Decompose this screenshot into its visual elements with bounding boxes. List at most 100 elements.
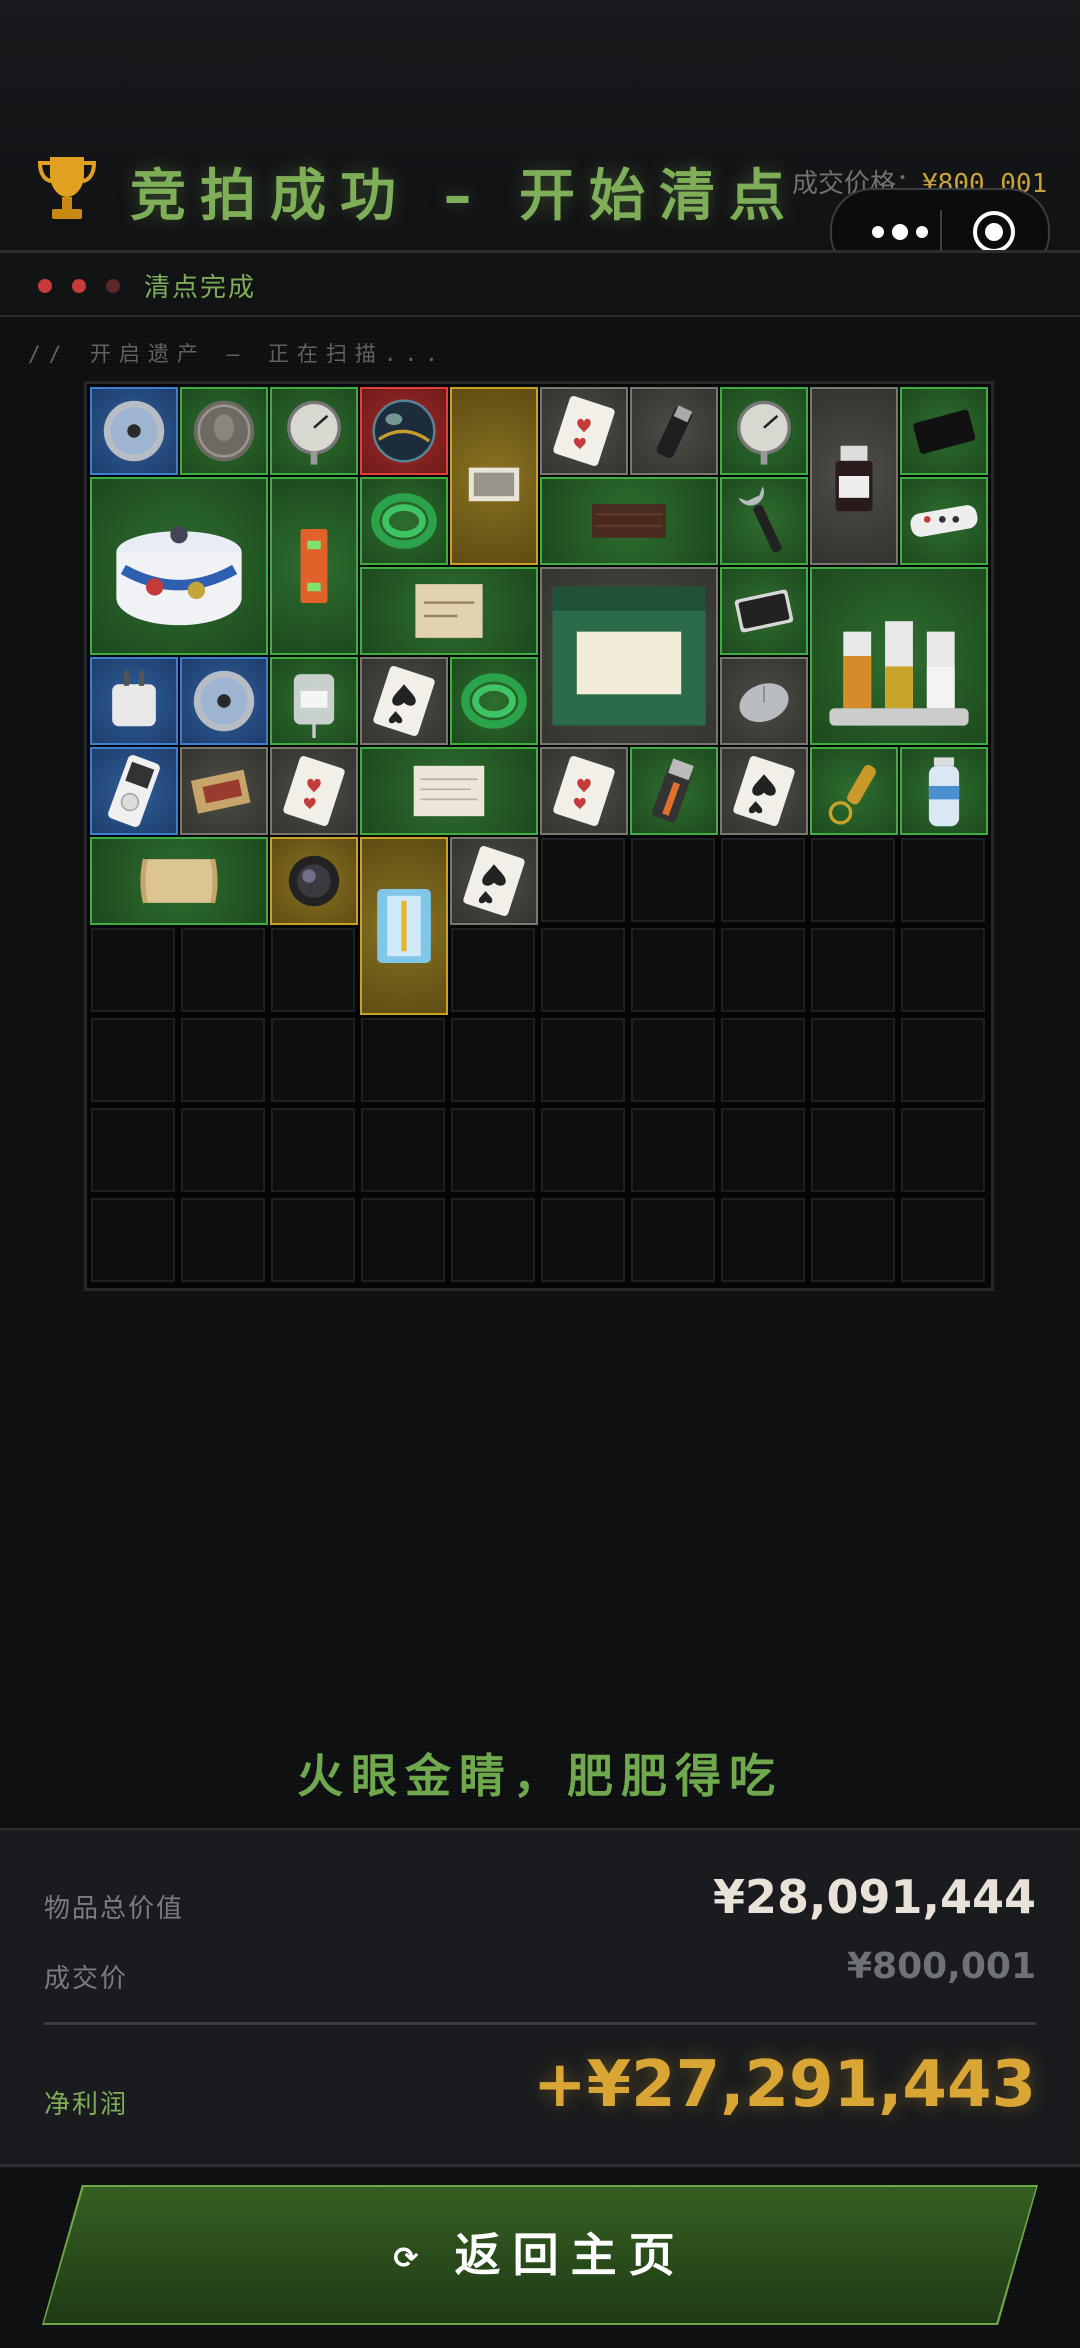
- capsule-divider: [940, 210, 942, 254]
- item-card-hearts-2[interactable]: [270, 747, 358, 835]
- item-matchbox[interactable]: [180, 747, 268, 835]
- lens-icon: [288, 855, 340, 907]
- disc-icon: [103, 400, 165, 462]
- grid-slot: [271, 1198, 355, 1282]
- grid-slot: [271, 1018, 355, 1102]
- bullet-icon: [828, 764, 877, 825]
- grid-slot: [631, 838, 715, 922]
- grid-slot: [541, 928, 625, 1012]
- summary-divider: [44, 2022, 1036, 2025]
- gauge-icon: [737, 400, 791, 465]
- item-green-hose-2[interactable]: [450, 657, 538, 745]
- item-hard-drive[interactable]: [720, 567, 808, 655]
- grid-slot: [91, 1108, 175, 1192]
- status-text: 清点完成: [144, 273, 257, 303]
- item-cd-disc-2[interactable]: [180, 657, 268, 745]
- photo-icon: [468, 467, 520, 502]
- deal-price-value: ¥800,001: [846, 1946, 1036, 1987]
- item-lens[interactable]: [270, 837, 358, 925]
- more-icon[interactable]: [864, 218, 936, 246]
- item-card-spades[interactable]: [360, 657, 448, 745]
- item-card-hearts-3[interactable]: [540, 747, 628, 835]
- grid-slot: [541, 1018, 625, 1102]
- grid-slot: [631, 1018, 715, 1102]
- grinder-icon: [656, 405, 693, 458]
- grid-slot: [901, 928, 985, 1012]
- item-grinder[interactable]: [630, 387, 718, 475]
- grid-slot: [271, 928, 355, 1012]
- hose-icon: [461, 673, 527, 729]
- item-candle-box[interactable]: [540, 567, 718, 745]
- item-music-player[interactable]: [90, 747, 178, 835]
- grid-slot: [811, 838, 895, 922]
- grid-slot: [721, 1198, 805, 1282]
- item-sample-bottle[interactable]: [810, 387, 898, 565]
- item-adapter[interactable]: [90, 657, 178, 745]
- level-icon: [300, 529, 328, 603]
- item-card-spades-2[interactable]: [720, 747, 808, 835]
- map-icon: [415, 584, 483, 638]
- item-gauge-2[interactable]: [720, 387, 808, 475]
- card-hearts-icon: [283, 756, 345, 826]
- item-wood-plank[interactable]: [540, 477, 718, 565]
- grid-slot: [91, 928, 175, 1012]
- item-power-strip[interactable]: [900, 477, 988, 565]
- grid-slot: [721, 1018, 805, 1102]
- card-hearts-icon: [553, 756, 615, 826]
- grid-slot: [361, 1198, 445, 1282]
- item-bullet-keychain[interactable]: [810, 747, 898, 835]
- page-title: 竞拍成功 – 开始清点: [130, 164, 799, 229]
- grid-slot: [901, 1018, 985, 1102]
- slogan: 火眼金睛，肥肥得吃: [297, 1749, 783, 1803]
- item-good-luck-card[interactable]: [900, 387, 988, 475]
- item-level-tool[interactable]: [270, 477, 358, 655]
- grid-slot: [361, 1108, 445, 1192]
- candle-box-icon: [552, 586, 706, 726]
- item-lighter[interactable]: [630, 747, 718, 835]
- item-wrench[interactable]: [720, 477, 808, 565]
- item-photo[interactable]: [450, 387, 538, 565]
- disc-icon: [193, 670, 255, 732]
- total-value-label: 物品总价值: [44, 1894, 185, 1924]
- item-parchment[interactable]: [360, 747, 538, 835]
- grid-slot: [901, 838, 985, 922]
- item-spice-rack[interactable]: [810, 567, 988, 745]
- item-old-map[interactable]: [360, 567, 538, 655]
- grid-slot: [721, 1108, 805, 1192]
- card-spades-icon: [733, 756, 795, 826]
- item-green-hose[interactable]: [360, 477, 448, 565]
- grid-slot: [91, 1198, 175, 1282]
- total-value: ¥28,091,444: [712, 1870, 1036, 1924]
- item-scroll[interactable]: [90, 837, 268, 925]
- status-light: [72, 279, 86, 293]
- item-syringe-kit[interactable]: [360, 837, 448, 1015]
- item-mouse[interactable]: [720, 657, 808, 745]
- back-home-button[interactable]: ⟳ 返回主页: [42, 2185, 1038, 2325]
- item-card-spades-3[interactable]: [450, 837, 538, 925]
- item-card-hearts[interactable]: [540, 387, 628, 475]
- close-target-icon[interactable]: [970, 208, 1018, 256]
- grid-slot: [181, 1198, 265, 1282]
- grid-slot: [811, 928, 895, 1012]
- item-glass-orb[interactable]: [360, 387, 448, 475]
- grid-slot: [451, 1018, 535, 1102]
- power-strip-icon: [910, 505, 978, 537]
- item-iv-bag[interactable]: [270, 657, 358, 745]
- black-card-icon: [913, 409, 976, 454]
- item-enamel-pot[interactable]: [90, 477, 268, 655]
- grid-slot: [181, 1108, 265, 1192]
- status-light: [38, 279, 52, 293]
- item-cd-disc[interactable]: [90, 387, 178, 475]
- coin-icon: [193, 400, 255, 462]
- grid-slot: [631, 1198, 715, 1282]
- scan-text: // 开启遗产 – 正在扫描...: [28, 342, 446, 366]
- bottle-icon: [835, 445, 873, 512]
- plank-icon: [592, 504, 666, 538]
- grid-slot: [901, 1108, 985, 1192]
- item-gauge[interactable]: [270, 387, 358, 475]
- item-coin[interactable]: [180, 387, 268, 475]
- inventory-grid: [84, 381, 994, 1291]
- grid-slot: [541, 1108, 625, 1192]
- scroll-icon: [140, 858, 218, 904]
- item-water-bottle[interactable]: [900, 747, 988, 835]
